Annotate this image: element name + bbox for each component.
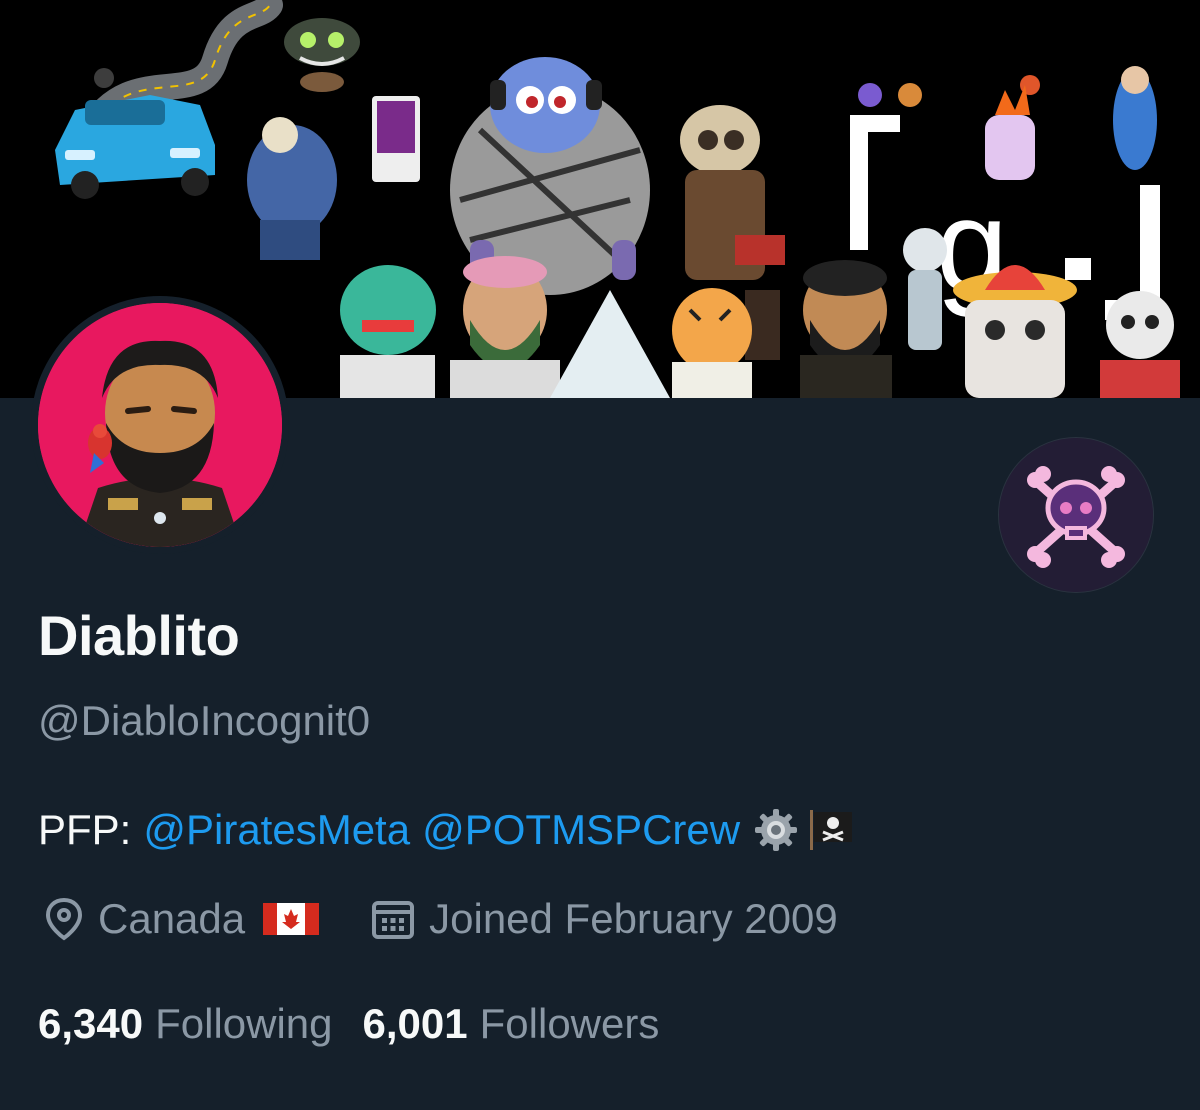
tiger-illustration (672, 288, 752, 398)
profile-location: Canada (44, 889, 320, 949)
bearded-man-illustration (450, 256, 560, 398)
profile-follow-counts: 6,340 Following 6,001 Followers (38, 994, 659, 1054)
mention-link-piratesmeta[interactable]: @PiratesMeta (143, 800, 410, 860)
avatar-image (38, 303, 282, 547)
gear-icon (754, 808, 798, 852)
bio-prefix: PFP: (38, 806, 132, 853)
followers-label: Followers (479, 1000, 660, 1047)
mention-link-potmspcrew[interactable]: @POTMSPCrew (422, 800, 740, 860)
location-text: Canada (98, 895, 246, 942)
joined-text: Joined February 2009 (429, 895, 838, 942)
bearded-man-dark-illustration (800, 260, 892, 398)
skull-crossbones-icon (999, 438, 1153, 592)
location-pin-icon (44, 897, 84, 941)
green-ape-illustration (340, 265, 436, 398)
followers-count: 6,001 (362, 1000, 468, 1047)
cyber-figure-illustration (903, 228, 947, 350)
sombrero-panda-illustration (953, 265, 1077, 398)
following-label: Following (155, 1000, 333, 1047)
pirate-skull-badge-button[interactable] (998, 437, 1154, 593)
profile-meta: Canada Joined February 2009 (44, 889, 838, 949)
following-link[interactable]: 6,340 Following (38, 994, 333, 1054)
profile-bio: PFP: @PiratesMeta @POTMSPCrew (38, 800, 854, 860)
profile-handle: @DiabloIncognit0 (38, 697, 371, 744)
profile-display-name: Diablito (38, 604, 240, 667)
following-count: 6,340 (38, 1000, 144, 1047)
pixel-ghost-illustration (1065, 258, 1091, 280)
profile-join-date: Joined February 2009 (371, 889, 838, 949)
profile-avatar[interactable] (31, 296, 289, 554)
canada-flag-icon (263, 901, 320, 937)
pirate-flag-icon (808, 808, 854, 852)
calendar-icon (371, 897, 415, 941)
followers-link[interactable]: 6,001 Followers (363, 994, 660, 1054)
